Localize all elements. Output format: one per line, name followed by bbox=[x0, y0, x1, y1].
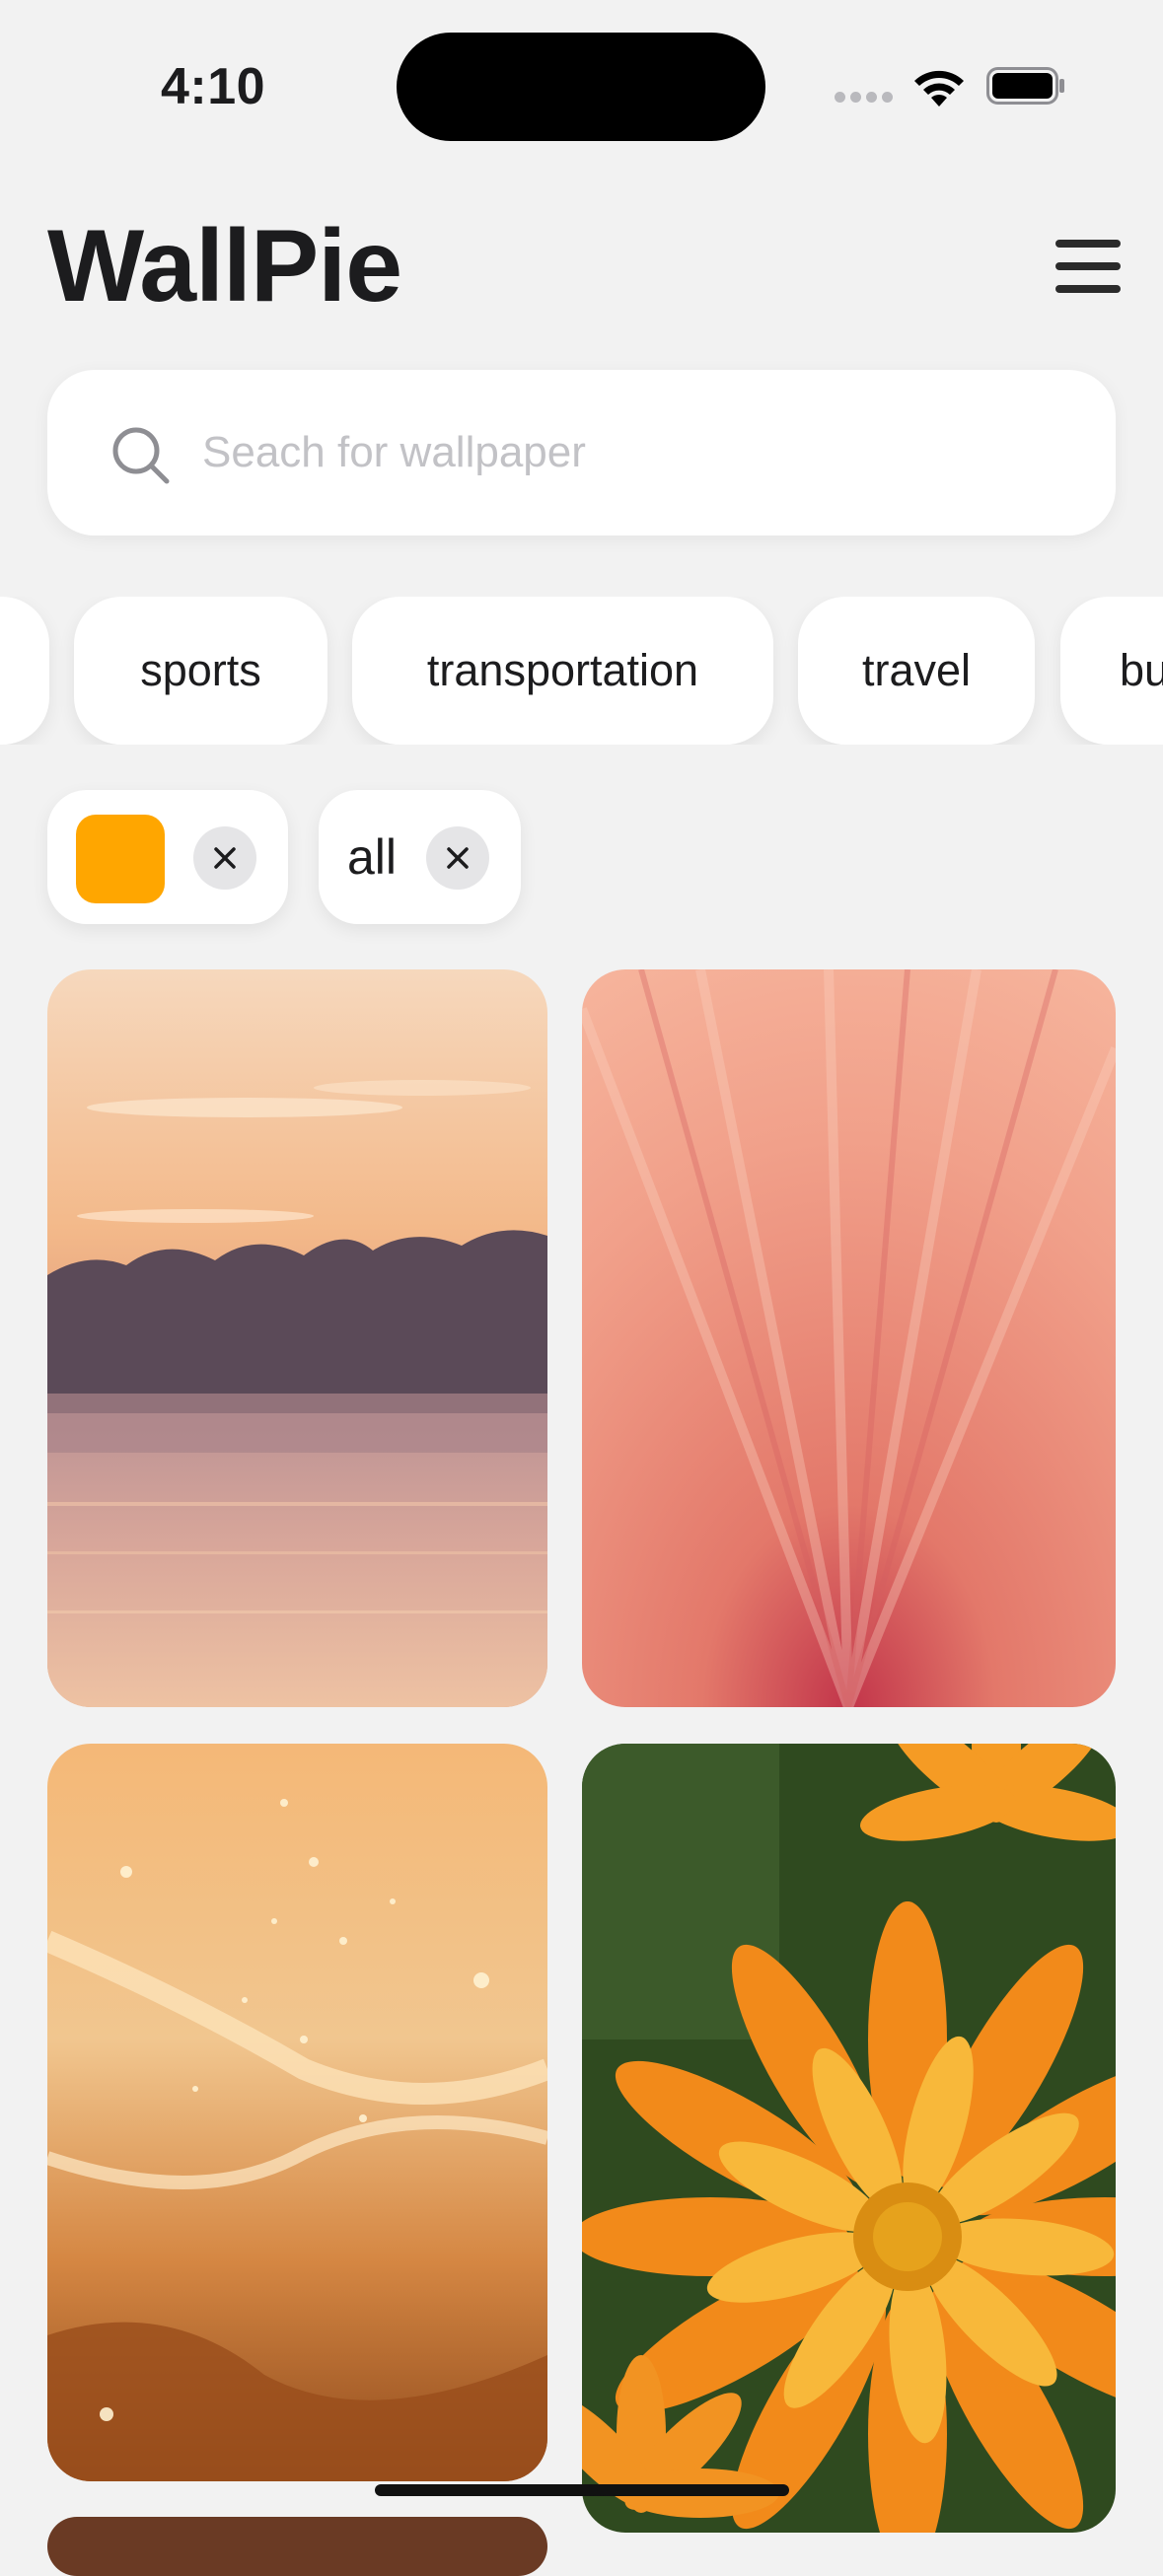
battery-icon bbox=[986, 67, 1065, 105]
wallpaper-tile-sunset-lake[interactable] bbox=[47, 969, 547, 1707]
type-filter-chip: all bbox=[319, 790, 521, 924]
search-icon bbox=[112, 427, 170, 484]
category-chip-label: sports bbox=[140, 645, 261, 695]
wallpaper-image bbox=[582, 969, 1116, 1707]
category-chip-sports[interactable]: sports bbox=[74, 597, 327, 745]
hamburger-menu-icon[interactable] bbox=[1046, 235, 1121, 298]
dynamic-island bbox=[397, 33, 765, 141]
wifi-icon bbox=[909, 63, 969, 108]
status-time: 4:10 bbox=[161, 58, 266, 115]
category-chip-label: travel bbox=[861, 645, 972, 695]
color-swatch bbox=[76, 815, 165, 903]
wallpaper-tile-peach-rays[interactable] bbox=[582, 969, 1116, 1707]
category-chip-bu[interactable]: bu bbox=[1060, 597, 1163, 745]
wallpaper-image bbox=[47, 969, 547, 1707]
category-chip-travel[interactable]: travel bbox=[798, 597, 1035, 745]
wallpaper-tile-orange-flower[interactable] bbox=[582, 1744, 1116, 2533]
category-chip-label: bu bbox=[1120, 645, 1163, 695]
close-icon bbox=[447, 847, 469, 869]
type-filter-label: all bbox=[347, 829, 398, 885]
color-filter-chip bbox=[47, 790, 288, 924]
search-bar[interactable] bbox=[47, 370, 1116, 536]
wallpaper-tile-golden-sparkle-waves[interactable] bbox=[47, 1744, 547, 2481]
category-chip[interactable] bbox=[0, 597, 49, 745]
category-chip-label: transportation bbox=[426, 645, 699, 695]
close-icon bbox=[214, 847, 236, 869]
category-chip-transportation[interactable]: transportation bbox=[352, 597, 773, 745]
wallpaper-image bbox=[47, 1744, 547, 2481]
home-indicator[interactable] bbox=[375, 2484, 789, 2496]
category-chips: sports transportation travel bu bbox=[0, 597, 1163, 745]
wallpaper-image bbox=[582, 1744, 1116, 2533]
cellular-signal-icon bbox=[835, 92, 894, 106]
search-input[interactable] bbox=[200, 417, 1072, 488]
page-title: WallPie bbox=[47, 209, 402, 323]
clear-type-filter-button[interactable] bbox=[426, 826, 489, 890]
wallpaper-tile[interactable] bbox=[47, 2517, 547, 2576]
clear-color-filter-button[interactable] bbox=[193, 826, 256, 890]
